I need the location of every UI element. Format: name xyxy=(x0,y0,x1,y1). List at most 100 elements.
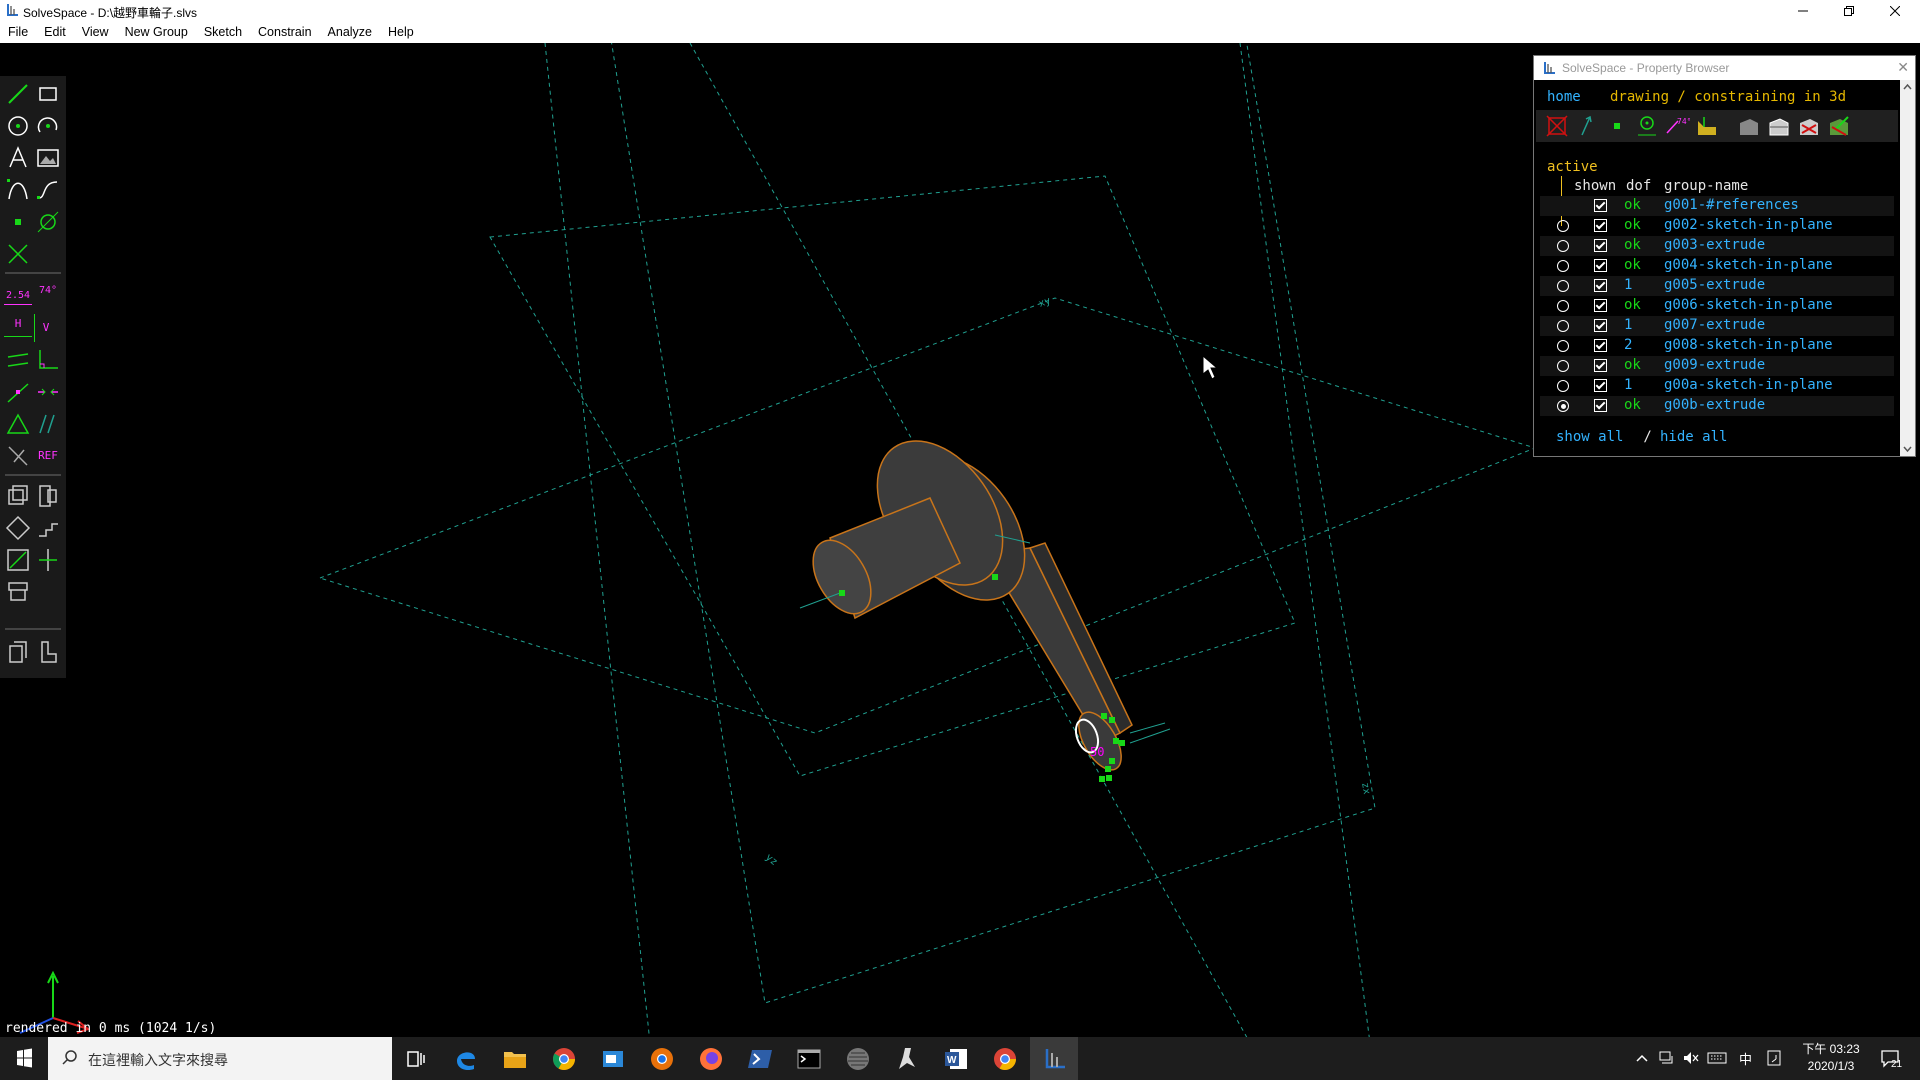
mail-icon[interactable] xyxy=(597,1043,629,1075)
extrude-group-icon[interactable] xyxy=(4,514,32,542)
menu-constrain[interactable]: Constrain xyxy=(250,22,320,43)
taskbar-search-box[interactable]: 在這裡輸入文字來搜尋 xyxy=(48,1037,392,1080)
group-name-link[interactable]: g008-sketch-in-plane xyxy=(1664,337,1833,353)
activate-group-radio[interactable] xyxy=(1557,400,1569,412)
group-name-link[interactable]: g00a-sketch-in-plane xyxy=(1664,377,1833,393)
group-row[interactable]: ok g006-sketch-in-plane xyxy=(1540,296,1894,316)
points-visibility-icon[interactable] xyxy=(1604,113,1630,139)
home-link[interactable]: home xyxy=(1547,89,1581,105)
construction-tool-icon[interactable] xyxy=(4,240,32,268)
group-row[interactable]: 1 g005-extrude xyxy=(1540,276,1894,296)
hide-all-link[interactable]: hide all xyxy=(1660,429,1727,445)
shown-checkbox[interactable] xyxy=(1594,399,1607,412)
activate-group-radio[interactable] xyxy=(1557,220,1569,232)
rectangle-tool-icon[interactable] xyxy=(34,80,62,108)
menu-sketch[interactable]: Sketch xyxy=(196,22,250,43)
group-name-link[interactable]: g003-extrude xyxy=(1664,237,1765,253)
workplane-tool-icon[interactable] xyxy=(34,208,62,236)
edge-browser-icon[interactable] xyxy=(450,1043,482,1075)
angle-constraint-button[interactable]: 74° xyxy=(34,282,62,310)
point-on-line-constraint-icon[interactable] xyxy=(4,378,32,406)
tray-chevron-up-icon[interactable] xyxy=(1636,1053,1648,1063)
group-row[interactable]: ok g004-sketch-in-plane xyxy=(1540,256,1894,276)
group-row[interactable]: 1 g007-extrude xyxy=(1540,316,1894,336)
step-translate-icon[interactable] xyxy=(34,482,62,510)
outline-view-icon[interactable] xyxy=(1826,113,1852,139)
shown-checkbox[interactable] xyxy=(1594,359,1607,372)
terminal-icon[interactable] xyxy=(793,1043,825,1075)
activate-group-radio[interactable] xyxy=(1557,240,1569,252)
point-tool-icon[interactable] xyxy=(4,208,32,236)
horizontal-constraint-button[interactable]: H xyxy=(4,314,32,337)
file-explorer-icon[interactable] xyxy=(499,1043,531,1075)
shown-checkbox[interactable] xyxy=(1594,219,1607,232)
bezier-tool-icon[interactable] xyxy=(4,176,32,204)
firefox-icon[interactable] xyxy=(695,1043,727,1075)
menu-edit[interactable]: Edit xyxy=(36,22,74,43)
inkscape-icon[interactable] xyxy=(891,1043,923,1075)
powershell-icon[interactable] xyxy=(744,1043,776,1075)
menu-analyze[interactable]: Analyze xyxy=(320,22,380,43)
shown-checkbox[interactable] xyxy=(1594,339,1607,352)
chrome-second-icon[interactable] xyxy=(989,1043,1021,1075)
helix-group-icon[interactable] xyxy=(34,546,62,574)
distance-constraint-button[interactable]: 2.54 xyxy=(4,282,32,305)
menu-new-group[interactable]: New Group xyxy=(117,22,196,43)
group-name-link[interactable]: g001-#references xyxy=(1664,197,1799,213)
mesh-view-icon[interactable] xyxy=(1796,113,1822,139)
word-icon[interactable]: W xyxy=(940,1043,972,1075)
image-tool-icon[interactable] xyxy=(34,144,62,172)
normals-visibility-icon[interactable] xyxy=(1574,113,1600,139)
revolve-group-icon[interactable] xyxy=(4,546,32,574)
equal-constraint-icon[interactable] xyxy=(4,410,32,438)
keyboard-icon[interactable] xyxy=(1707,1051,1727,1065)
shown-checkbox[interactable] xyxy=(1594,199,1607,212)
group-name-link[interactable]: g00b-extrude xyxy=(1664,397,1765,413)
chrome-icon[interactable] xyxy=(548,1043,580,1075)
close-icon[interactable]: ✕ xyxy=(1897,59,1909,76)
gray-app-icon[interactable] xyxy=(842,1043,874,1075)
text-tool-icon[interactable] xyxy=(4,144,32,172)
wireframe-view-icon[interactable] xyxy=(1766,113,1792,139)
shown-checkbox[interactable] xyxy=(1594,299,1607,312)
menu-help[interactable]: Help xyxy=(380,22,422,43)
group-row[interactable]: ok g001-#references xyxy=(1540,196,1894,216)
solvespace-taskbar-icon[interactable] xyxy=(1038,1043,1070,1075)
line-tool-icon[interactable] xyxy=(4,80,32,108)
parallel-constraint-icon[interactable] xyxy=(4,346,32,374)
workplane-visibility-icon[interactable] xyxy=(1544,113,1570,139)
scroll-up-icon[interactable] xyxy=(1900,80,1915,95)
shown-checkbox[interactable] xyxy=(1594,279,1607,292)
shown-checkbox[interactable] xyxy=(1594,239,1607,252)
scroll-down-icon[interactable] xyxy=(1900,441,1915,456)
other-supplementary-icon[interactable] xyxy=(4,442,32,470)
group-name-link[interactable]: g002-sketch-in-plane xyxy=(1664,217,1833,233)
faces-visibility-icon[interactable] xyxy=(1694,113,1720,139)
volume-muted-icon[interactable] xyxy=(1683,1051,1699,1065)
group-row[interactable]: ok g003-extrude xyxy=(1540,236,1894,256)
reference-toggle-button[interactable]: REF xyxy=(34,442,62,470)
constraint-label[interactable]: 50 xyxy=(1090,745,1104,759)
group-name-link[interactable]: g009-extrude xyxy=(1664,357,1765,373)
group-name-link[interactable]: g005-extrude xyxy=(1664,277,1765,293)
activate-group-radio[interactable] xyxy=(1557,320,1569,332)
group-row[interactable]: 1 g00a-sketch-in-plane xyxy=(1540,376,1894,396)
activate-group-radio[interactable] xyxy=(1557,340,1569,352)
vertical-constraint-button[interactable]: V xyxy=(34,314,57,342)
group-row[interactable]: ok g00b-extrude xyxy=(1540,396,1894,416)
group-name-link[interactable]: g007-extrude xyxy=(1664,317,1765,333)
network-icon[interactable] xyxy=(1659,1051,1675,1065)
group-row[interactable]: ok g002-sketch-in-plane xyxy=(1540,216,1894,236)
activate-group-radio[interactable] xyxy=(1557,380,1569,392)
symmetric-constraint-icon[interactable] xyxy=(34,378,62,406)
taskbar-clock[interactable]: 下午 03:23 2020/1/3 xyxy=(1791,1041,1871,1075)
nearest-iso-view-icon[interactable] xyxy=(4,638,32,666)
activate-group-radio[interactable] xyxy=(1557,260,1569,272)
windows-start-icon[interactable] xyxy=(0,1037,48,1080)
group-row[interactable]: ok g009-extrude xyxy=(1540,356,1894,376)
arc-tool-icon[interactable] xyxy=(34,112,62,140)
minimize-button[interactable] xyxy=(1780,0,1826,22)
shaded-view-icon[interactable] xyxy=(1736,113,1762,139)
activate-group-radio[interactable] xyxy=(1557,300,1569,312)
input-mode-icon[interactable] xyxy=(1767,1050,1781,1066)
